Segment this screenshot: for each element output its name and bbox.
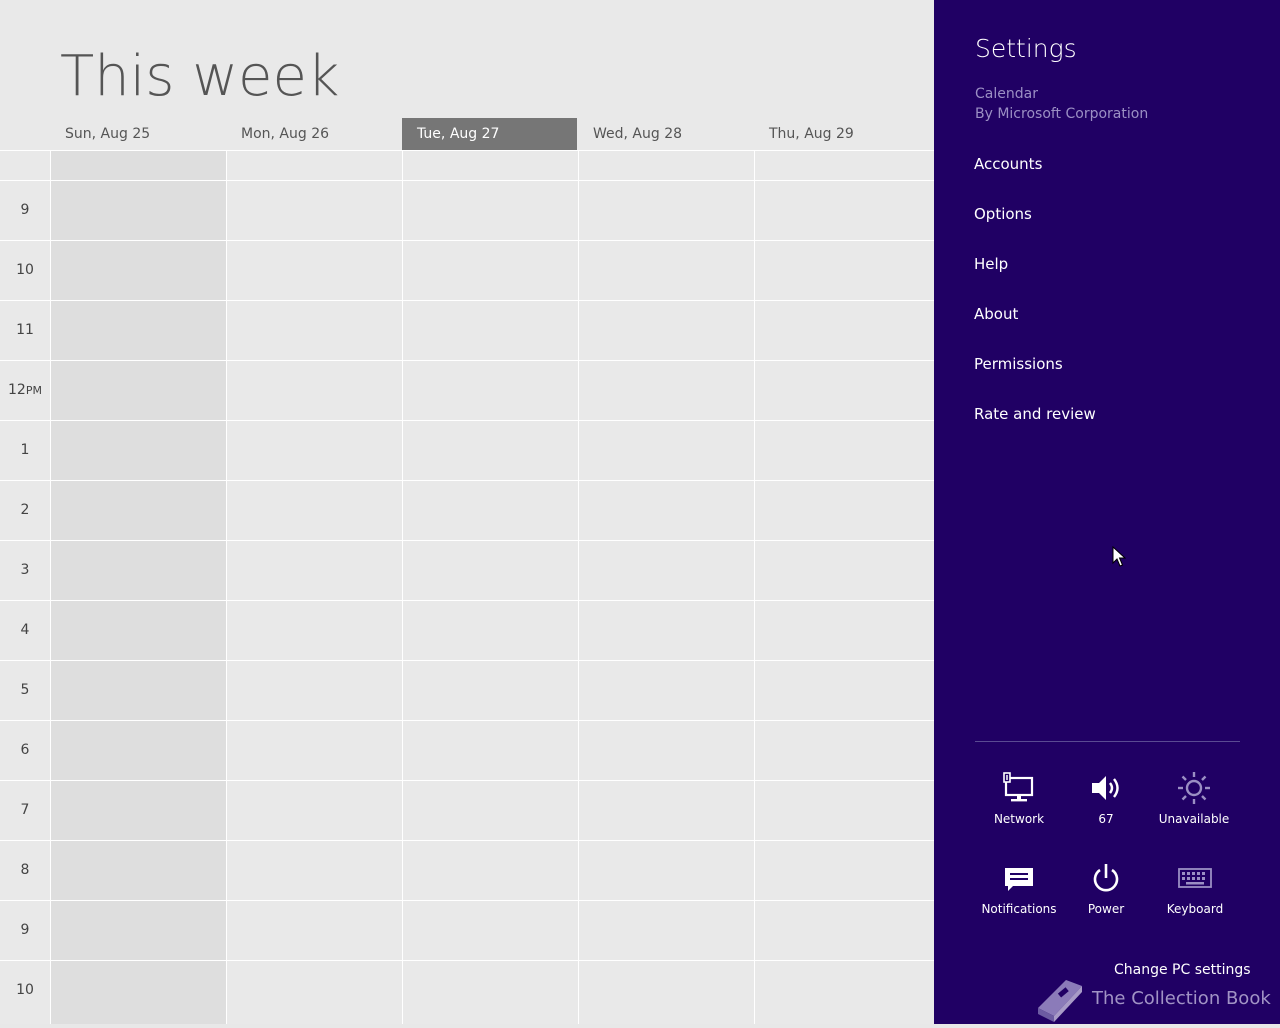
hour-label: 9 [0,202,50,218]
hour-label: 10 [0,982,50,998]
hour-label: 10 [0,262,50,278]
hour-number: 7 [20,802,30,818]
hour-number: 3 [20,562,30,578]
hour-label: 1 [0,442,50,458]
watermark-text: The Collection Book [1092,988,1271,1009]
hour-number: 9 [20,922,30,938]
hour-label: 4 [0,622,50,638]
network-label: Network [993,812,1045,826]
hour-label: 12PM [0,382,50,398]
calendar-week-view: This week Sun, Aug 25 Mon, Aug 26 Tue, A… [0,0,934,1024]
volume-tile[interactable]: 67 [1061,770,1151,826]
hour-number: 4 [20,622,30,638]
settings-title: Settings [975,34,1077,63]
brightness-tile[interactable]: Unavailable [1149,770,1239,826]
brightness-icon [1149,770,1239,806]
day-column-sun[interactable] [50,150,226,1024]
menu-rate-and-review[interactable]: Rate and review [974,405,1096,423]
hour-divider [0,540,934,541]
hour-divider [0,420,934,421]
brightness-label: Unavailable [1158,812,1230,826]
hour-divider [0,600,934,601]
hour-label: 2 [0,502,50,518]
hour-divider [0,150,934,151]
app-publisher: By Microsoft Corporation [975,106,1149,122]
volume-label: 67 [1098,812,1114,826]
divider [975,741,1240,742]
day-header-thu[interactable]: Thu, Aug 29 [754,118,934,150]
notifications-icon [974,860,1064,896]
page-title: This week [60,44,340,109]
book-icon [1038,980,1082,1022]
network-icon [974,770,1064,806]
menu-permissions[interactable]: Permissions [974,355,1063,373]
hour-number: 8 [20,862,30,878]
watermark: The Collection Book [1030,976,1271,1024]
day-header-mon[interactable]: Mon, Aug 26 [226,118,402,150]
hour-divider [0,480,934,481]
settings-charm-pane: Settings Calendar By Microsoft Corporati… [934,0,1280,1024]
menu-accounts[interactable]: Accounts [974,155,1042,173]
day-column-thu[interactable] [754,150,934,1024]
hour-label: 5 [0,682,50,698]
hour-number: 10 [16,982,34,998]
keyboard-label: Keyboard [1166,902,1224,916]
menu-about[interactable]: About [974,305,1018,323]
power-tile[interactable]: Power [1061,860,1151,916]
keyboard-icon [1150,860,1240,896]
power-label: Power [1087,902,1125,916]
hour-number: 2 [20,502,30,518]
day-header-sun[interactable]: Sun, Aug 25 [50,118,226,150]
app-name: Calendar [975,86,1038,102]
hour-number: 12 [8,382,26,398]
hour-number: 10 [16,262,34,278]
hour-label: 3 [0,562,50,578]
hour-suffix: PM [25,384,42,397]
day-header-wed[interactable]: Wed, Aug 28 [578,118,754,150]
hour-divider [0,840,934,841]
hour-divider [0,360,934,361]
mouse-cursor-icon [1112,546,1126,567]
notifications-label: Notifications [981,902,1057,916]
menu-help[interactable]: Help [974,255,1008,273]
hour-number: 1 [20,442,30,458]
hour-divider [0,240,934,241]
notifications-tile[interactable]: Notifications [974,860,1064,916]
hour-divider [0,720,934,721]
hour-label: 8 [0,862,50,878]
keyboard-tile[interactable]: Keyboard [1150,860,1240,916]
hour-divider [0,660,934,661]
network-tile[interactable]: Network [974,770,1064,826]
hour-number: 11 [16,322,34,338]
hour-label: 6 [0,742,50,758]
hour-label: 9 [0,922,50,938]
hour-divider [0,900,934,901]
hour-divider [0,960,934,961]
power-icon [1061,860,1151,896]
hour-number: 5 [20,682,30,698]
volume-icon [1061,770,1151,806]
hour-label: 11 [0,322,50,338]
day-column-mon[interactable] [226,150,402,1024]
day-header-tue-today[interactable]: Tue, Aug 27 [402,118,577,150]
day-column-wed[interactable] [578,150,754,1024]
hour-divider [0,780,934,781]
menu-options[interactable]: Options [974,205,1032,223]
day-column-tue[interactable] [402,150,578,1024]
hour-number: 9 [20,202,30,218]
time-grid: 9 10 11 12PM 1 2 3 4 5 6 7 8 9 10 [0,150,934,1024]
hour-divider [0,300,934,301]
hour-label: 7 [0,802,50,818]
hour-number: 6 [20,742,30,758]
hour-divider [0,180,934,181]
day-header-row: Sun, Aug 25 Mon, Aug 26 Tue, Aug 27 Wed,… [0,118,934,150]
